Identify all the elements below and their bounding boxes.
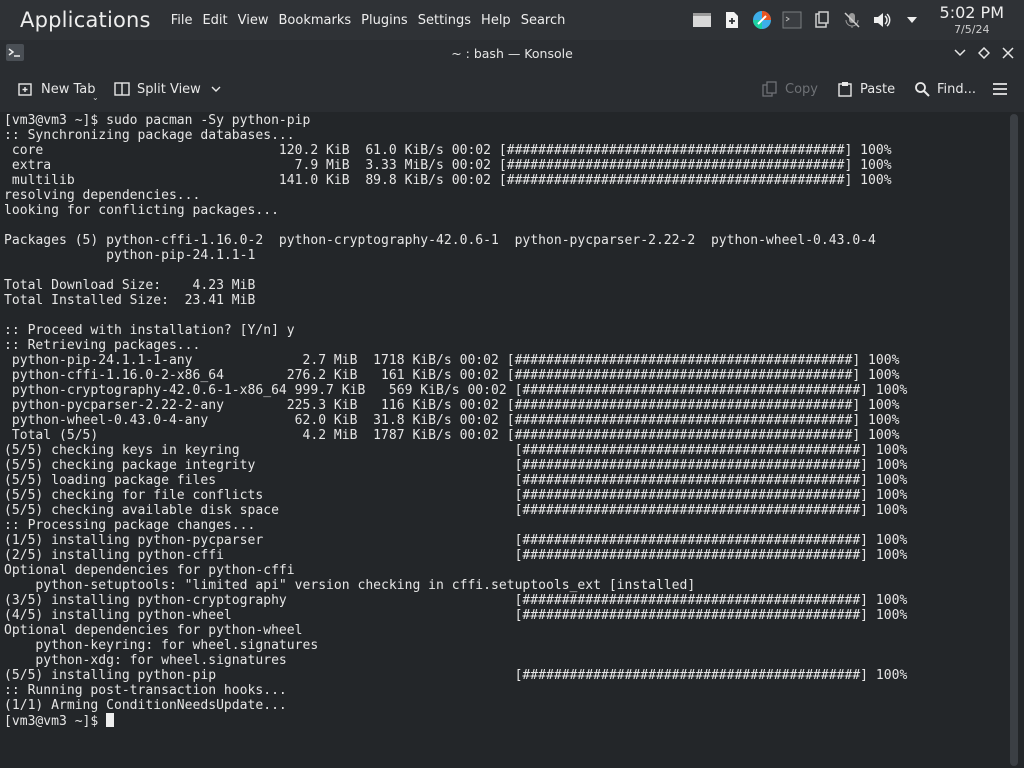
terminal-line: :: Retrieving packages...: [4, 338, 201, 353]
terminal-line: (1/5) installing python-pycparser [#####…: [4, 533, 908, 548]
menu-plugins[interactable]: Plugins: [361, 13, 408, 28]
scrollbar-thumb[interactable]: [1010, 114, 1018, 766]
window-list-icon[interactable]: [692, 10, 712, 30]
top-panel: Applications File Edit View Bookmarks Pl…: [0, 0, 1024, 40]
terminal-line: Optional dependencies for python-cffi: [4, 563, 295, 578]
terminal-line: python-cryptography-42.0.6-1-x86_64 999.…: [4, 383, 908, 398]
terminal-line: Total Download Size: 4.23 MiB: [4, 278, 256, 293]
new-tab-menu-indicator-icon[interactable]: ⌄: [92, 93, 99, 102]
terminal-line: [vm3@vm3 ~]$ sudo pacman -Sy python-pip: [4, 113, 311, 128]
search-icon: [914, 81, 930, 97]
paste-button[interactable]: Paste: [837, 79, 895, 99]
terminal-line: multilib 141.0 KiB 89.8 KiB/s 00:02 [###…: [4, 173, 892, 188]
clock-date: 7/5/24: [954, 23, 990, 36]
terminal-line: Optional dependencies for python-wheel: [4, 623, 303, 638]
microphone-muted-icon[interactable]: [842, 10, 862, 30]
terminal-line: :: Proceed with installation? [Y/n] y: [4, 323, 295, 338]
terminal-output: [vm3@vm3 ~]$ sudo pacman -Sy python-pip …: [4, 113, 907, 729]
tray-expand-icon[interactable]: [902, 10, 922, 30]
find-button[interactable]: Find...: [914, 79, 976, 99]
menu-view[interactable]: View: [238, 13, 269, 28]
maximize-icon[interactable]: [974, 43, 994, 63]
terminal-scrollbar[interactable]: [1006, 112, 1024, 768]
new-document-icon[interactable]: [722, 10, 742, 30]
paste-icon: [837, 81, 853, 97]
terminal-line: (5/5) checking available disk space [###…: [4, 503, 908, 518]
terminal-line: resolving dependencies...: [4, 188, 201, 203]
terminal-line: (1/1) Arming ConditionNeedsUpdate...: [4, 698, 287, 713]
window-title: ~ : bash — Konsole: [451, 45, 573, 61]
volume-icon[interactable]: [872, 10, 892, 30]
applications-launcher[interactable]: Applications: [20, 8, 151, 32]
new-tab-label: New Tab: [41, 81, 96, 97]
shell-prompt: [vm3@vm3 ~]$: [4, 714, 107, 729]
terminal-line: extra 7.9 MiB 3.33 MiB/s 00:02 [########…: [4, 158, 892, 173]
menu-bookmarks[interactable]: Bookmarks: [279, 13, 352, 28]
hamburger-menu-icon: [992, 81, 1008, 97]
terminal-line: (4/5) installing python-wheel [#########…: [4, 608, 908, 623]
terminal-line: (5/5) installing python-pip [###########…: [4, 668, 908, 683]
window-titlebar[interactable]: ~ : bash — Konsole: [0, 40, 1024, 66]
menu-settings[interactable]: Settings: [418, 13, 471, 28]
terminal-icon[interactable]: [782, 10, 802, 30]
terminal-line: core 120.2 KiB 61.0 KiB/s 00:02 [#######…: [4, 143, 892, 158]
konsole-toolbar: New Tab ⌄ Split View Copy Paste Find...: [0, 66, 1024, 113]
clipboard-icon[interactable]: [812, 10, 832, 30]
terminal-line: :: Processing package changes...: [4, 518, 256, 533]
menu-edit[interactable]: Edit: [202, 13, 227, 28]
terminal-line: Total Installed Size: 23.41 MiB: [4, 293, 256, 308]
split-view-chevron-down-icon[interactable]: [211, 82, 221, 97]
menu-help[interactable]: Help: [481, 13, 511, 28]
terminal-line: (5/5) checking keys in keyring [########…: [4, 443, 908, 458]
terminal-view[interactable]: [vm3@vm3 ~]$ sudo pacman -Sy python-pip …: [0, 112, 1006, 768]
find-label: Find...: [937, 81, 977, 97]
new-tab-button[interactable]: New Tab ⌄: [18, 79, 99, 102]
split-view-icon: [114, 81, 130, 97]
konsole-app-icon[interactable]: [6, 44, 24, 61]
minimize-icon[interactable]: [950, 43, 970, 63]
terminal-line: python-pycparser-2.22-2-any 225.3 KiB 11…: [4, 398, 900, 413]
paste-label: Paste: [860, 81, 896, 97]
copy-label: Copy: [785, 81, 818, 97]
terminal-line: looking for conflicting packages...: [4, 203, 279, 218]
terminal-line: python-xdg: for wheel.signatures: [4, 653, 287, 668]
color-picker-icon[interactable]: [752, 10, 772, 30]
close-icon[interactable]: [998, 43, 1018, 63]
split-view-label: Split View: [137, 81, 201, 97]
terminal-line: python-wheel-0.43.0-4-any 62.0 KiB 31.8 …: [4, 413, 900, 428]
terminal-line: (5/5) checking for file conflicts [#####…: [4, 488, 908, 503]
terminal-line: :: Running post-transaction hooks...: [4, 683, 287, 698]
split-view-button[interactable]: Split View: [114, 79, 221, 99]
system-tray: 5:02 PM 7/5/24: [682, 0, 1024, 40]
terminal-line: python-pip-24.1.1-1-any 2.7 MiB 1718 KiB…: [4, 353, 900, 368]
menu-search[interactable]: Search: [521, 13, 566, 28]
window-controls: [946, 43, 1018, 63]
clock-time: 5:02 PM: [939, 3, 1004, 22]
text-cursor: [106, 713, 115, 727]
terminal-line: python-setuptools: "limited api" version…: [4, 578, 696, 593]
terminal-line: Packages (5) python-cffi-1.16.0-2 python…: [4, 233, 876, 248]
copy-button[interactable]: Copy: [762, 79, 818, 99]
terminal-line: Total (5/5) 4.2 MiB 1787 KiB/s 00:02 [##…: [4, 428, 900, 443]
terminal-line: (5/5) loading package files [###########…: [4, 473, 908, 488]
terminal-line: (5/5) checking package integrity [######…: [4, 458, 908, 473]
hamburger-menu-button[interactable]: [992, 79, 1015, 99]
terminal-line: :: Synchronizing package databases...: [4, 128, 295, 143]
terminal-line: (2/5) installing python-cffi [##########…: [4, 548, 908, 563]
terminal-line: (3/5) installing python-cryptography [##…: [4, 593, 908, 608]
terminal-line: python-cffi-1.16.0-2-x86_64 276.2 KiB 16…: [4, 368, 900, 383]
terminal-line: python-keyring: for wheel.signatures: [4, 638, 319, 653]
copy-icon: [762, 81, 778, 97]
menu-file[interactable]: File: [171, 13, 193, 28]
new-tab-icon: [18, 81, 34, 97]
clock[interactable]: 5:02 PM 7/5/24: [939, 3, 1004, 36]
terminal-line: python-pip-24.1.1-1: [4, 248, 256, 263]
